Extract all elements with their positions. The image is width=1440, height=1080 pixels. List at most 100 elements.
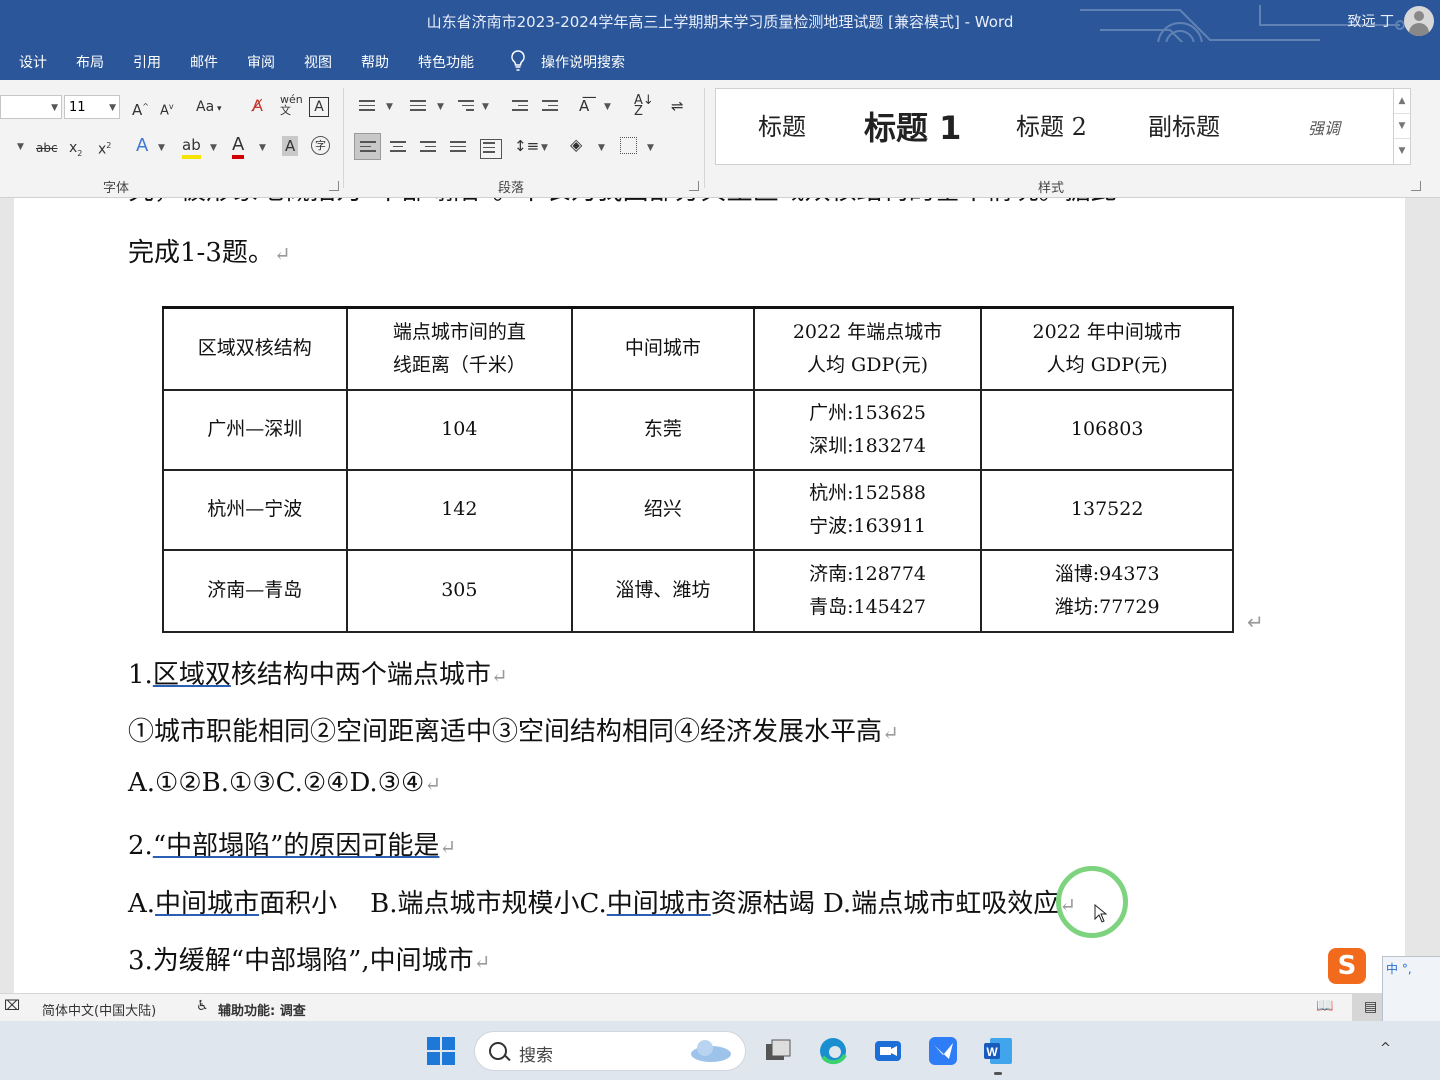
mouse-pointer-icon <box>1094 904 1108 923</box>
asian-layout-icon[interactable]: A͞ <box>579 96 589 116</box>
tab-mailings[interactable]: 邮件 <box>190 52 218 72</box>
increase-indent-icon[interactable] <box>542 100 558 114</box>
highlight-icon[interactable]: ab <box>182 135 201 159</box>
task-view-icon[interactable] <box>762 1035 794 1067</box>
partial-line: 究，被形象地概括为“中部塌陷”。下表为我国部分典型区域双核结构的基本情况。据此 <box>128 198 1117 206</box>
styles-scroll[interactable]: ▲ ▼ ▼ <box>1393 89 1410 164</box>
proofing-icon[interactable]: ⌧ <box>4 998 20 1014</box>
strikethrough-icon[interactable]: abc <box>36 138 58 158</box>
word-app-icon[interactable]: W <box>982 1035 1014 1067</box>
style-heading-1[interactable]: 标题 1 <box>864 103 961 149</box>
table-header-row: 区域双核结构 端点城市间的直 线距离（千米） 中间城市 2022 年端点城市 人均 … <box>162 306 1234 391</box>
style-subtitle[interactable]: 副标题 <box>1148 107 1220 142</box>
line-spacing-icon[interactable]: ↕≡ <box>514 136 539 156</box>
tray-overflow-icon[interactable]: ^ <box>1380 1041 1391 1056</box>
align-right-icon[interactable] <box>420 141 436 155</box>
change-case-icon[interactable]: Aa ▾ <box>196 97 222 119</box>
bullets-icon[interactable] <box>359 100 375 114</box>
header-cell: 端点城市间的直 线距离（千米） <box>345 306 574 391</box>
table-cell: 济南:128774 青岛:145427 <box>752 548 983 633</box>
header-cell: 区域双核结构 <box>162 306 348 391</box>
sort-icon[interactable]: A↓ Z <box>634 94 654 118</box>
question-1-options: A.①②B.①③C.②④D.③④↵ <box>128 768 442 798</box>
style-emphasis[interactable]: 强调 <box>1308 115 1340 139</box>
borders-icon[interactable] <box>620 137 637 154</box>
ribbon: ▼ 11 ▼ A^ Av Aa ▾ A̸ wén 文 A ▼ abc x2 x2 A… <box>0 80 1440 198</box>
ribbon-tabs: 设计 布局 引用 邮件 审阅 视图 帮助 特色功能 操作说明搜索 <box>0 42 1440 80</box>
paragraph-dialog-launcher-icon[interactable] <box>689 181 699 191</box>
header-cell: 中间城市 <box>571 306 755 391</box>
table-row: 广州—深圳 104 东莞 广州:153625 深圳:183274 106803 <box>162 388 1234 471</box>
windows-start-icon[interactable] <box>425 1035 457 1067</box>
accessibility-status[interactable]: 辅助功能: 调查 <box>218 1000 306 1019</box>
feishu-icon[interactable] <box>927 1035 959 1067</box>
table-cell: 淄博、潍坊 <box>571 548 755 633</box>
superscript-icon[interactable]: x2 <box>98 136 111 160</box>
avatar[interactable] <box>1404 6 1434 36</box>
tab-design[interactable]: 设计 <box>19 52 47 72</box>
table-cell: 104 <box>345 388 574 471</box>
ime-mode-icon[interactable]: 中 °, <box>1386 960 1412 977</box>
table-cell: 广州—深圳 <box>162 388 348 471</box>
svg-text:W: W <box>986 1045 998 1059</box>
table-cell: 137522 <box>980 468 1234 551</box>
tab-special-features[interactable]: 特色功能 <box>418 52 474 72</box>
text-effects-icon[interactable]: A <box>136 136 148 156</box>
paragraph-mark: ↵ <box>273 242 291 266</box>
header-cell: 2022 年端点城市 人均 GDP(元) <box>752 306 983 391</box>
styles-dialog-launcher-icon[interactable] <box>1411 181 1421 191</box>
enclose-characters-icon[interactable]: 字 <box>311 136 330 155</box>
sogou-logo-icon[interactable]: S <box>1328 948 1366 984</box>
align-center-icon[interactable] <box>390 141 406 155</box>
group-label-paragraph: 段落 <box>498 181 525 196</box>
font-color-icon[interactable]: A <box>232 135 245 159</box>
user-name[interactable]: 致远 丁 <box>1348 11 1394 31</box>
numbering-icon[interactable] <box>410 100 426 114</box>
table-cell: 广州:153625 深圳:183274 <box>752 388 983 471</box>
tab-view[interactable]: 视图 <box>304 52 332 72</box>
styles-gallery: 标题 标题 1 标题 2 副标题 强调 ▲ ▼ ▼ <box>715 88 1411 165</box>
phonetic-guide-icon[interactable]: wén 文 <box>280 94 303 116</box>
tell-me-search[interactable]: 操作说明搜索 <box>541 52 625 72</box>
font-name-box[interactable]: ▼ <box>0 95 62 119</box>
accessibility-icon: ♿ <box>196 998 209 1014</box>
decrease-indent-icon[interactable] <box>512 100 528 114</box>
table-cell: 济南—青岛 <box>162 548 348 633</box>
style-heading-2[interactable]: 标题 2 <box>1016 107 1087 142</box>
justify-icon[interactable] <box>450 141 466 155</box>
question-2-options: A.中间城市面积小 B.端点城市规模小C.中间城市资源枯竭 D.端点城市虹吸效应… <box>128 889 1076 919</box>
paragraph-mark: ↵ <box>1247 610 1264 634</box>
character-shading-icon[interactable]: A <box>282 136 299 156</box>
search-icon <box>489 1042 507 1060</box>
align-left-icon[interactable] <box>360 141 376 155</box>
tab-references[interactable]: 引用 <box>133 52 161 72</box>
taskbar-search[interactable]: 搜索 <box>474 1031 746 1071</box>
clear-formatting-icon[interactable]: A̸ <box>252 96 263 116</box>
table-cell: 东莞 <box>571 388 755 471</box>
question-3: 3.为缓解“中部塌陷”,中间城市↵ <box>128 946 491 976</box>
shading-icon[interactable]: ◈ <box>570 135 582 155</box>
group-divider <box>343 88 344 188</box>
tab-review[interactable]: 审阅 <box>247 52 275 72</box>
font-dialog-launcher-icon[interactable] <box>329 181 339 191</box>
style-title[interactable]: 标题 <box>758 107 806 142</box>
table-cell: 142 <box>345 468 574 551</box>
grow-font-icon[interactable]: A^ <box>132 97 149 120</box>
video-meeting-icon[interactable] <box>872 1035 904 1067</box>
character-border-icon[interactable]: A <box>309 97 329 117</box>
language-status[interactable]: 简体中文(中国大陆) <box>42 1000 156 1019</box>
table-row: 济南—青岛 305 淄博、潍坊 济南:128774 青岛:145427 淄博:94… <box>162 548 1234 633</box>
distributed-icon[interactable] <box>480 139 502 159</box>
multilevel-list-icon[interactable] <box>458 100 474 114</box>
group-label-font: 字体 <box>103 181 130 196</box>
subscript-icon[interactable]: x2 <box>69 138 82 164</box>
shrink-font-icon[interactable]: Av <box>160 97 174 121</box>
edge-browser-icon[interactable] <box>817 1035 849 1067</box>
show-marks-icon[interactable]: ⇌ <box>671 96 684 116</box>
group-divider <box>704 88 705 188</box>
font-size-box[interactable]: 11 ▼ <box>64 95 120 119</box>
tab-help[interactable]: 帮助 <box>361 52 389 72</box>
tab-layout[interactable]: 布局 <box>76 52 104 72</box>
lightbulb-icon <box>511 50 525 71</box>
document-area[interactable]: 究，被形象地概括为“中部塌陷”。下表为我国部分典型区域双核结构的基本情况。据此 … <box>0 198 1440 993</box>
